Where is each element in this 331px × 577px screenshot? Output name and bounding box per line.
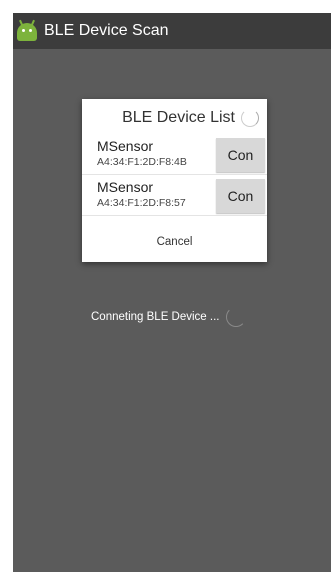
app-title: BLE Device Scan — [44, 22, 169, 39]
action-bar: BLE Device Scan — [13, 13, 331, 49]
device-name: MSensor — [97, 179, 154, 195]
device-address: A4:34:F1:2D:F8:4B — [97, 156, 187, 168]
connecting-text: Conneting BLE Device ... — [91, 311, 220, 323]
screen: BLE Device Scan Conneting BLE Device ...… — [13, 13, 331, 572]
device-address: A4:34:F1:2D:F8:57 — [97, 197, 186, 209]
loading-spinner-icon — [225, 307, 246, 327]
connecting-status: Conneting BLE Device ... — [91, 307, 246, 327]
device-name: MSensor — [97, 138, 154, 154]
dialog-title: BLE Device List — [82, 109, 267, 127]
connect-button[interactable]: Con — [216, 179, 265, 213]
cancel-button[interactable]: Cancel — [82, 236, 267, 248]
scanning-spinner-icon — [241, 109, 259, 127]
dialog-title-text: BLE Device List — [122, 109, 235, 126]
device-list-dialog: BLE Device List MSensor A4:34:F1:2D:F8:4… — [82, 99, 267, 262]
device-list-item[interactable]: MSensor A4:34:F1:2D:F8:4B Con — [82, 135, 267, 175]
connect-button[interactable]: Con — [216, 138, 265, 172]
device-list-item[interactable]: MSensor A4:34:F1:2D:F8:57 Con — [82, 176, 267, 216]
android-icon — [16, 19, 38, 42]
